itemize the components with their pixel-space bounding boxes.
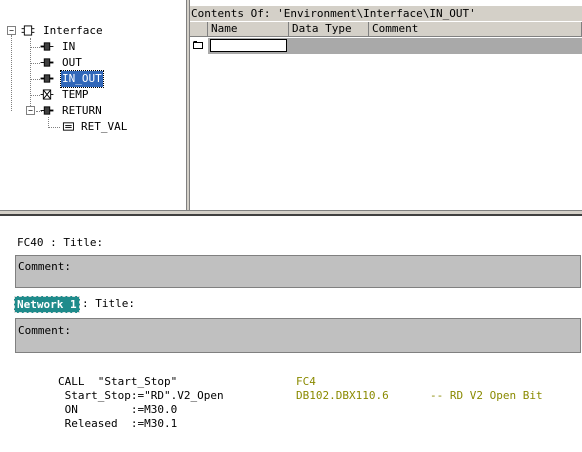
- tree-guide: [11, 35, 12, 111]
- call-statement[interactable]: CALL "Start_Stop": [58, 375, 177, 388]
- block-comment-box[interactable]: Comment:: [15, 255, 581, 288]
- collapse-icon[interactable]: −: [26, 106, 35, 115]
- in-out-param-icon: [40, 74, 54, 83]
- param-address: DB102.DBX110.6: [296, 389, 389, 402]
- network-comment-box[interactable]: Comment:: [15, 318, 581, 353]
- column-header-data-type[interactable]: Data Type: [289, 22, 369, 37]
- call-block-ref: FC4: [296, 375, 316, 388]
- code-editor[interactable]: FC40 : Title: Comment: Network 1 : Title…: [0, 216, 582, 452]
- network-label[interactable]: Network 1: [14, 296, 80, 313]
- collapse-icon[interactable]: −: [7, 26, 16, 35]
- tree-label-in-out: IN_OUT: [60, 70, 104, 88]
- interface-tree: − Interface IN OUT IN_OUT TEMP − RETURN …: [0, 0, 186, 206]
- block-title[interactable]: FC40 : Title:: [17, 236, 103, 249]
- network-comment-label: Comment:: [18, 324, 71, 337]
- param-comment: -- RD V2 Open Bit: [430, 389, 543, 402]
- new-row-icon: [193, 41, 203, 49]
- tree-guide: [48, 127, 60, 128]
- tree-label-return: RETURN: [62, 104, 102, 117]
- tree-label-interface: Interface: [43, 24, 103, 37]
- temp-param-icon: [40, 89, 54, 100]
- interface-icon: [21, 25, 35, 36]
- contents-title: Contents Of: 'Environment\Interface\IN_O…: [190, 6, 582, 22]
- param-line[interactable]: Released :=M30.1: [58, 417, 178, 430]
- network-title[interactable]: : Title:: [82, 297, 135, 310]
- grid-corner: [190, 22, 208, 37]
- name-cell-input[interactable]: [210, 39, 287, 52]
- block-comment-label: Comment:: [18, 260, 71, 273]
- tree-guide: [30, 63, 40, 64]
- tree-guide: [30, 38, 31, 112]
- tree-guide: [30, 47, 40, 48]
- out-param-icon: [40, 58, 54, 67]
- tree-label-in: IN: [62, 40, 76, 53]
- column-header-name[interactable]: Name: [208, 22, 289, 37]
- tree-label-out: OUT: [62, 56, 82, 69]
- return-param-icon: [40, 106, 54, 115]
- column-header-comment[interactable]: Comment: [369, 22, 582, 37]
- tree-guide: [30, 95, 40, 96]
- variable-icon: [62, 122, 74, 131]
- contents-panel: Contents Of: 'Environment\Interface\IN_O…: [190, 0, 582, 210]
- tree-label-temp: TEMP: [62, 88, 89, 101]
- tree-guide: [30, 79, 40, 80]
- in-param-icon: [40, 42, 54, 51]
- param-line[interactable]: ON :=M30.0: [58, 403, 178, 416]
- param-line[interactable]: Start_Stop:="RD".V2_Open: [58, 389, 224, 402]
- tree-label-ret-val: RET_VAL: [81, 120, 128, 133]
